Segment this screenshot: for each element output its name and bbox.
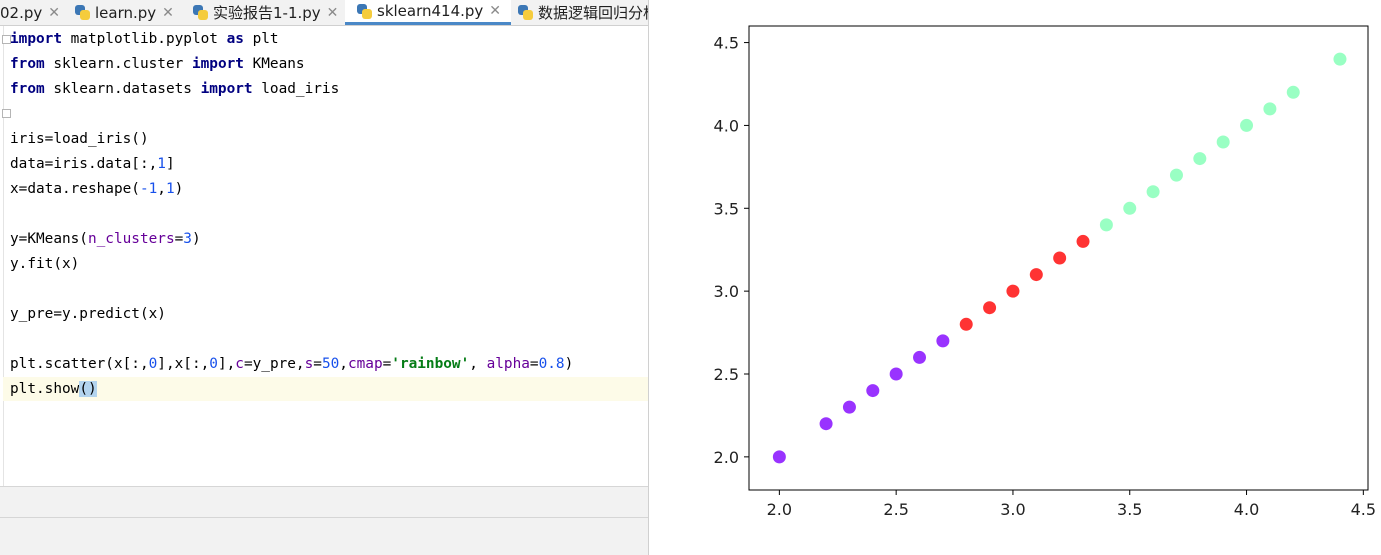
code-line-10: y.fit(x) bbox=[10, 256, 80, 272]
x-tick-label: 4.0 bbox=[1234, 500, 1259, 519]
x-tick-label: 4.5 bbox=[1351, 500, 1376, 519]
y-tick-label: 3.0 bbox=[714, 282, 739, 301]
scatter-point bbox=[1286, 85, 1300, 99]
scatter-point bbox=[983, 301, 997, 315]
python-file-icon bbox=[75, 5, 90, 20]
scatter-point bbox=[1029, 268, 1043, 282]
tab-sklearn414-py[interactable]: sklearn414.py ✕ bbox=[345, 0, 512, 25]
python-file-icon bbox=[518, 5, 533, 20]
scatter-point bbox=[1240, 118, 1254, 132]
code-line-6: data=iris.data[:,1] bbox=[10, 156, 175, 172]
code-line-9: y=KMeans(n_clusters=3) bbox=[10, 231, 201, 247]
current-line-highlight bbox=[3, 377, 648, 401]
code-line-1: import matplotlib.pyplot as plt bbox=[10, 31, 279, 47]
code-line-2: from sklearn.cluster import KMeans bbox=[10, 56, 305, 72]
tab-data-logistic-regression[interactable]: 数据逻辑回归分析 bbox=[518, 0, 648, 25]
gutter bbox=[3, 26, 4, 486]
x-tick-label: 2.5 bbox=[883, 500, 908, 519]
close-icon[interactable]: ✕ bbox=[327, 5, 339, 21]
y-tick-label: 4.5 bbox=[714, 34, 739, 53]
tab-learn-py[interactable]: learn.py ✕ bbox=[75, 0, 174, 25]
code-line-12: y_pre=y.predict(x) bbox=[10, 306, 166, 322]
scatter-point bbox=[1333, 52, 1347, 66]
scatter-point bbox=[866, 384, 880, 398]
tab-report-1-1-py[interactable]: 实验报告1-1.py ✕ bbox=[193, 0, 338, 25]
code-line-5: iris=load_iris() bbox=[10, 131, 149, 147]
tab-02-py[interactable]: 02.py ✕ bbox=[0, 0, 60, 25]
scatter-point bbox=[913, 350, 927, 364]
matched-brackets: () bbox=[79, 381, 97, 397]
scatter-point bbox=[1146, 185, 1160, 199]
scatter-point bbox=[959, 317, 973, 331]
scatter-point bbox=[1053, 251, 1067, 265]
scatter-point bbox=[1193, 152, 1207, 166]
data-points bbox=[772, 52, 1347, 464]
code-editor-window: 02.py ✕ learn.py ✕ 实验报告1-1.py ✕ sklearn4… bbox=[0, 0, 648, 555]
close-icon[interactable]: ✕ bbox=[48, 5, 60, 21]
scatter-point bbox=[889, 367, 903, 381]
scatter-point bbox=[1123, 201, 1137, 215]
scatter-point bbox=[1216, 135, 1230, 149]
tick-marks: 2.0 2.5 3.0 3.5 4.0 4.5 2.0 2.5 3.0 3.5 4.0 4.5 bbox=[714, 34, 1377, 519]
code-line-14: plt.scatter(x[:,0],x[:,0],c=y_pre,s=50,c… bbox=[10, 356, 574, 372]
scatter-point bbox=[772, 450, 786, 464]
matplotlib-figure-window: 2.0 2.5 3.0 3.5 4.0 4.5 2.0 2.5 3.0 3.5 4.0 4.5 bbox=[648, 0, 1381, 555]
y-tick-label: 2.0 bbox=[714, 448, 739, 467]
tab-label: 实验报告1-1.py bbox=[213, 4, 321, 22]
scatter-point bbox=[1263, 102, 1277, 116]
scatter-point bbox=[1169, 168, 1183, 182]
y-tick-label: 4.0 bbox=[714, 116, 739, 135]
tab-label: 02.py bbox=[0, 3, 43, 22]
code-line-15: plt.show() bbox=[10, 381, 97, 397]
code-line-3: from sklearn.datasets import load_iris bbox=[10, 81, 340, 97]
python-file-icon bbox=[357, 3, 372, 19]
python-file-icon bbox=[193, 5, 208, 20]
bottom-tool-panel bbox=[0, 486, 648, 555]
scatter-point bbox=[1076, 234, 1090, 248]
fold-icon[interactable] bbox=[2, 109, 11, 118]
code-area[interactable]: import matplotlib.pyplot as plt from skl… bbox=[0, 26, 648, 486]
scatter-point bbox=[1099, 218, 1113, 232]
y-tick-label: 3.5 bbox=[714, 199, 739, 218]
scatter-point bbox=[842, 400, 856, 414]
panel-divider bbox=[0, 517, 648, 518]
editor-tab-bar: 02.py ✕ learn.py ✕ 实验报告1-1.py ✕ sklearn4… bbox=[0, 0, 648, 26]
scatter-point bbox=[819, 417, 833, 431]
tab-label: sklearn414.py bbox=[377, 2, 484, 20]
scatter-point bbox=[1006, 284, 1020, 298]
code-line-7: x=data.reshape(-1,1) bbox=[10, 181, 184, 197]
tab-label: 数据逻辑回归分析 bbox=[538, 4, 648, 22]
x-tick-label: 3.0 bbox=[1000, 500, 1025, 519]
x-tick-label: 2.0 bbox=[767, 500, 792, 519]
close-icon[interactable]: ✕ bbox=[162, 5, 174, 21]
y-tick-label: 2.5 bbox=[714, 365, 739, 384]
x-tick-label: 3.5 bbox=[1117, 500, 1142, 519]
tab-label: learn.py bbox=[95, 3, 157, 22]
close-icon[interactable]: ✕ bbox=[489, 3, 501, 19]
scatter-point bbox=[936, 334, 950, 348]
scatter-chart: 2.0 2.5 3.0 3.5 4.0 4.5 2.0 2.5 3.0 3.5 4.0 4.5 bbox=[714, 25, 1377, 519]
